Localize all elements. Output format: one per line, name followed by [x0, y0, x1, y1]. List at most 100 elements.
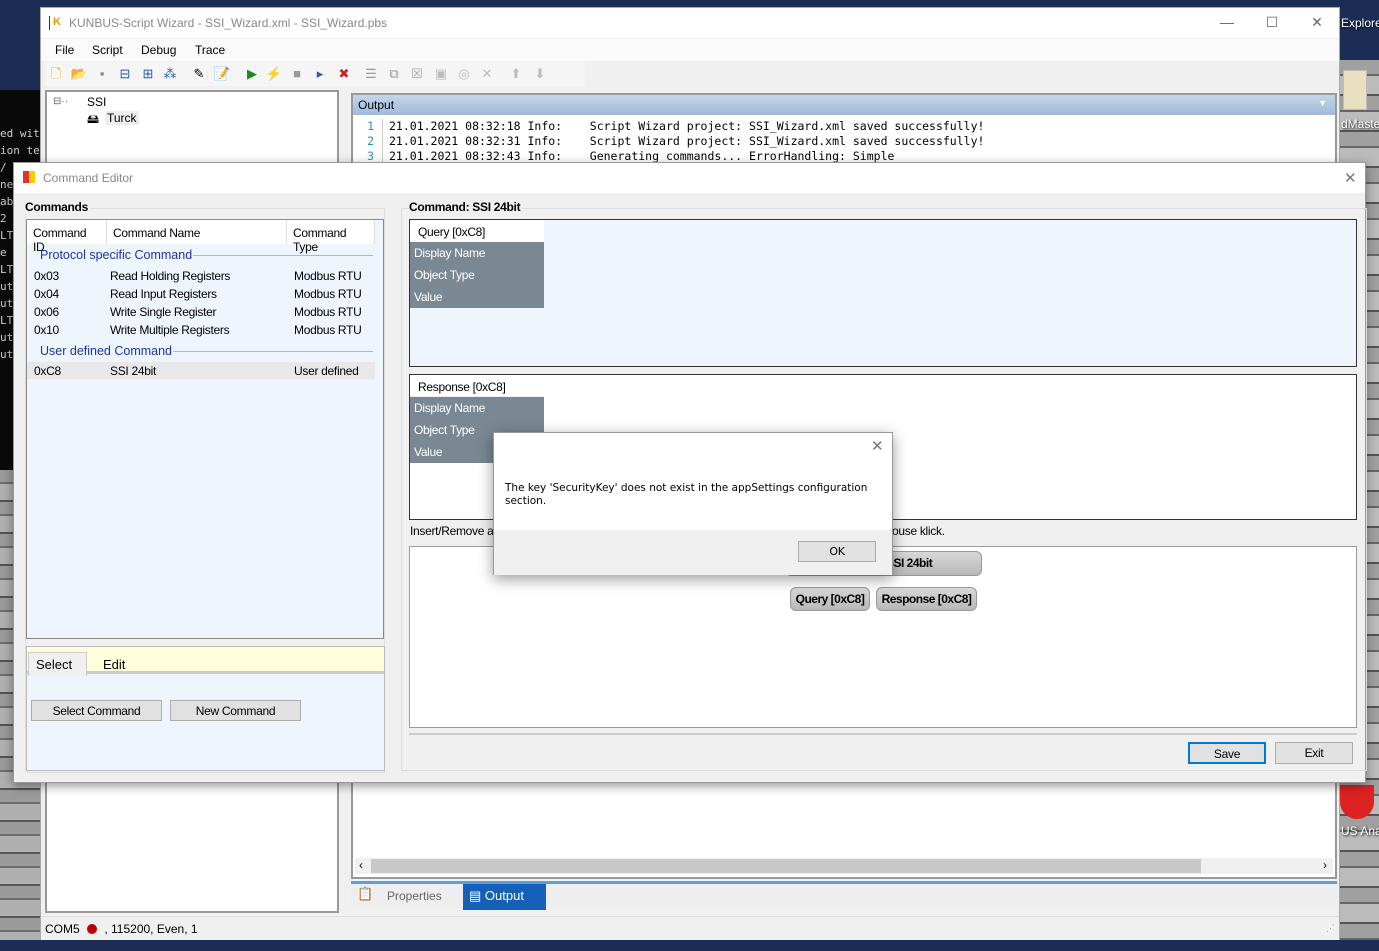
menu-script[interactable]: Script — [92, 43, 123, 57]
graph-node-query[interactable]: Query [0xC8] — [790, 587, 870, 611]
desktop-icon-explorer[interactable]: Explore — [1341, 16, 1379, 30]
command-row-selected[interactable]: 0xC8 SSI 24bit User defined — [27, 362, 375, 379]
collapse-node-icon[interactable]: ⊟·· — [53, 96, 68, 107]
group-protocol-specific: Protocol specific Command — [40, 248, 193, 262]
analyzer-icon[interactable] — [1340, 785, 1374, 819]
separator — [409, 733, 1357, 735]
error-message-text: The key 'SecurityKey' does not exist in … — [505, 482, 868, 507]
graph-node-response[interactable]: Response [0xC8] — [876, 587, 977, 611]
output-header: Output ▼ — [353, 95, 1335, 115]
comment-icon[interactable]: ☰ — [362, 65, 380, 83]
horizontal-scrollbar[interactable]: ‹ › — [355, 858, 1333, 874]
tab-properties[interactable]: Properties — [387, 889, 442, 903]
query-header: Query [0xC8] — [410, 220, 544, 242]
dialog-close-button[interactable]: ✕ — [1344, 169, 1357, 187]
cell-name: SSI 24bit — [110, 364, 156, 378]
toolbar: 🗋 📂 ▪ ⊟ ⊞ ⁂ ✎ 📝 ▶ ⚡ ■ ▸ ✖ ☰ ⧉ ☒ ▣ ◎ ✕ ⬆ … — [45, 62, 585, 86]
menu-trace[interactable]: Trace — [195, 43, 225, 57]
save-icon[interactable]: ▪ — [93, 65, 111, 83]
edit-note-icon[interactable]: 📝 — [213, 65, 231, 83]
field-display-name[interactable]: Display Name — [410, 242, 544, 264]
tree-node-turck[interactable]: Turck — [105, 111, 139, 125]
field-object-type[interactable]: Object Type — [410, 264, 544, 286]
ok-button[interactable]: OK — [798, 541, 876, 562]
run-icon[interactable]: ▶ — [243, 65, 261, 83]
play-disabled-icon: ▣ — [434, 66, 448, 81]
close-button[interactable]: ✕ — [1307, 14, 1327, 32]
expand-icon[interactable]: ⊞ — [139, 65, 157, 83]
scroll-right-icon[interactable]: › — [1323, 858, 1327, 872]
column-header-name[interactable]: Command Name — [107, 220, 287, 244]
message-button-bar: OK — [494, 530, 892, 575]
desktop-icon-analyzer[interactable]: US Analy — [1341, 824, 1379, 838]
terminal-text: ion te — [0, 144, 40, 157]
wizard-wand-icon[interactable]: ✎ — [190, 65, 208, 83]
cell-type: Modbus RTU — [294, 269, 362, 283]
cell-id: 0x06 — [34, 305, 59, 319]
cell-type: Modbus RTU — [294, 305, 362, 319]
output-title: Output — [358, 98, 395, 112]
step-clear-icon[interactable]: ✖ — [335, 65, 353, 83]
tab-output[interactable]: ▤ Output — [463, 884, 546, 910]
output-list-icon: ▤ — [469, 888, 485, 903]
line-number: 3 — [353, 149, 383, 163]
exit-button[interactable]: Exit — [1275, 742, 1353, 764]
properties-icon: 📋 — [357, 886, 374, 901]
line-number: 2 — [353, 134, 383, 148]
scroll-left-icon[interactable]: ‹ — [359, 858, 363, 872]
desktop-icon-dmaster[interactable]: dMaste — [1341, 117, 1379, 131]
collapse-icon[interactable]: ⊟ — [116, 65, 134, 83]
stop-icon[interactable]: ■ — [288, 65, 306, 83]
menu-file[interactable]: File — [55, 43, 74, 57]
message-close-button[interactable]: ✕ — [871, 437, 884, 455]
response-header: Response [0xC8] — [410, 375, 544, 397]
select-command-button[interactable]: Select Command — [31, 700, 162, 721]
folder-icon[interactable] — [1343, 70, 1367, 110]
tab-edit[interactable]: Edit — [103, 657, 125, 672]
resize-grip-icon[interactable]: ⋰ — [1326, 923, 1335, 934]
new-command-button[interactable]: New Command — [170, 700, 301, 721]
save-button[interactable]: Save — [1188, 742, 1266, 764]
cell-name: Write Multiple Registers — [110, 323, 230, 337]
output-line: 2 21.01.2021 08:32:31 Info: Script Wizard… — [353, 134, 984, 149]
hint-text: Insert/Remove a — [410, 524, 494, 538]
maximize-button[interactable]: ☐ — [1262, 14, 1282, 32]
terminal-text: ed wit — [0, 127, 40, 140]
dialog-title: Command Editor — [43, 171, 134, 185]
tree-node-ssi[interactable]: SSI — [87, 95, 106, 109]
scrollbar-thumb[interactable] — [371, 859, 1201, 873]
step-icon[interactable]: ▸ — [311, 65, 329, 83]
column-header-id[interactable]: Command ID — [27, 220, 107, 254]
command-row[interactable]: 0x04 Read Input Registers Modbus RTU — [27, 285, 375, 302]
cell-id: 0x10 — [34, 323, 59, 337]
open-folder-icon[interactable]: 📂 — [70, 65, 88, 83]
command-row[interactable]: 0x03 Read Holding Registers Modbus RTU — [27, 267, 375, 284]
cell-type: Modbus RTU — [294, 323, 362, 337]
output-text: 21.01.2021 08:32:31 Info: Script Wizard … — [389, 134, 985, 148]
command-row[interactable]: 0x10 Write Multiple Registers Modbus RTU — [27, 321, 375, 338]
delete-icon[interactable]: ☒ — [408, 65, 426, 83]
field-display-name[interactable]: Display Name — [410, 397, 544, 419]
status-bar: COM5 , 115200, Even, 1 ⋰ — [41, 916, 1339, 940]
dropdown-arrow-icon[interactable]: ▼ — [1318, 98, 1327, 108]
tab-select[interactable]: Select — [28, 652, 87, 676]
bottom-tabs: 📋 Properties ▤ Output — [351, 881, 1337, 910]
hint-text-end: ouse klick. — [892, 524, 945, 538]
new-file-icon[interactable]: 🗋 — [47, 65, 65, 83]
tree-icon[interactable]: ⁂ — [161, 65, 179, 83]
field-value[interactable]: Value — [410, 286, 544, 308]
column-header-type[interactable]: Command Type — [287, 220, 375, 254]
menu-bar: File Script Debug Trace — [41, 39, 1339, 61]
output-line: 1 21.01.2021 08:32:18 Info: Script Wizard… — [353, 119, 984, 134]
minimize-button[interactable]: — — [1217, 14, 1237, 32]
cell-id: 0x03 — [34, 269, 59, 283]
commands-list: Command ID Command Name Command Type Pro… — [26, 219, 384, 639]
cell-id: 0x04 — [34, 287, 59, 301]
command-row[interactable]: 0x06 Write Single Register Modbus RTU — [27, 303, 375, 320]
connect-plug-icon[interactable]: ⚡ — [265, 65, 283, 83]
copy-icon[interactable]: ⧉ — [385, 65, 403, 83]
menu-debug[interactable]: Debug — [141, 43, 176, 57]
record-disabled-icon: ◎ — [458, 66, 470, 81]
dialog-title-bar: Command Editor ✕ — [14, 163, 1365, 193]
line-number: 1 — [353, 119, 383, 133]
